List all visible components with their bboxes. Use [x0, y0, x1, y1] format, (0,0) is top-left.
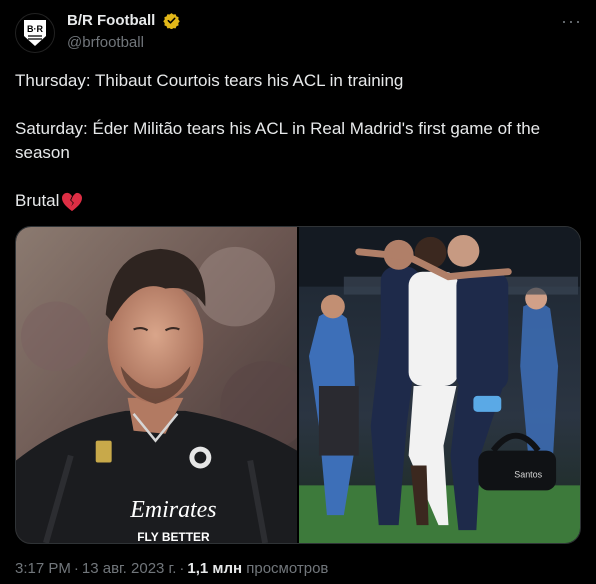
author-handle[interactable]: @brfootball: [67, 34, 180, 51]
verified-badge-icon: [163, 13, 180, 30]
meta-separator: ·: [73, 560, 79, 577]
tweet-header: B·R B/R Football @brfootball ···: [15, 10, 581, 60]
photo-militao[interactable]: Santos: [299, 227, 580, 543]
avatar[interactable]: B·R: [15, 13, 55, 53]
photo-courtois[interactable]: Emirates FLY BETTER: [16, 227, 297, 543]
media-grid: Emirates FLY BETTER Santos: [15, 226, 581, 544]
meta-separator: ·: [179, 560, 185, 577]
svg-text:Santos: Santos: [514, 469, 542, 479]
author-block: B/R Football @brfootball: [67, 12, 180, 51]
tweet-line-saturday: Saturday: Éder Militão tears his ACL in …: [15, 119, 541, 162]
more-icon[interactable]: ···: [561, 12, 581, 34]
tweet-date[interactable]: 13 авг. 2023 г.: [82, 560, 176, 577]
views-count: 1,1 млн: [187, 560, 243, 577]
views-label: просмотров: [246, 560, 329, 577]
svg-text:B·R: B·R: [27, 24, 43, 34]
tweet-line-brutal-text: Brutal: [15, 191, 60, 210]
tweet-time[interactable]: 3:17 PM: [15, 560, 71, 577]
author-display-name[interactable]: B/R Football: [67, 12, 155, 29]
br-logo-icon: B·R: [24, 20, 46, 46]
broken-heart-icon: [62, 192, 83, 211]
tweet-line-brutal: Brutal: [15, 189, 575, 213]
svg-text:FLY BETTER: FLY BETTER: [137, 530, 210, 543]
tweet-line-thursday: Thursday: Thibaut Courtois tears his ACL…: [15, 71, 404, 90]
tweet-text: Thursday: Thibaut Courtois tears his ACL…: [15, 69, 575, 213]
svg-text:Emirates: Emirates: [129, 497, 216, 523]
tweet-meta: 3:17 PM · 13 авг. 2023 г. · 1,1 млн просмотр…: [15, 560, 328, 577]
